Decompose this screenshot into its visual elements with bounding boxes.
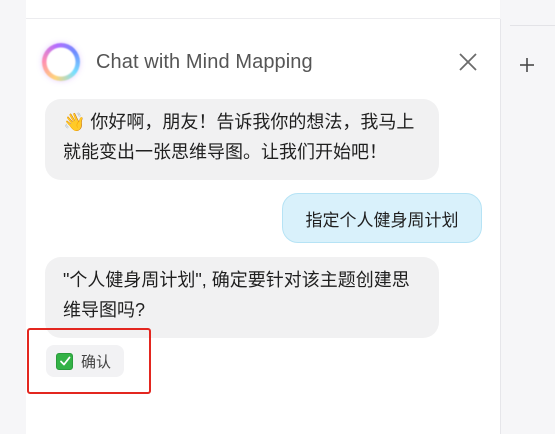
chat-header: Chat with Mind Mapping (42, 40, 492, 84)
assistant-message: "个人健身周计划", 确定要针对该主题创建思维导图吗? (45, 257, 439, 338)
assistant-message: 👋 你好啊，朋友！告诉我你的想法，我马上就能变出一张思维导图。让我们开始吧！ (45, 99, 439, 180)
new-chat-button[interactable] (515, 53, 539, 77)
close-icon (459, 53, 477, 71)
rail-divider (510, 25, 555, 26)
left-gutter (0, 0, 26, 434)
chat-title: Chat with Mind Mapping (96, 50, 313, 73)
checkmark-icon (56, 352, 73, 370)
plus-icon (520, 58, 534, 72)
close-button[interactable] (456, 50, 480, 74)
user-message: 指定个人健身周计划 (282, 193, 482, 243)
confirm-label: 确认 (81, 353, 112, 371)
confirm-button[interactable]: 确认 (46, 345, 124, 377)
top-bar (26, 0, 500, 19)
assistant-orb-icon (42, 43, 80, 81)
